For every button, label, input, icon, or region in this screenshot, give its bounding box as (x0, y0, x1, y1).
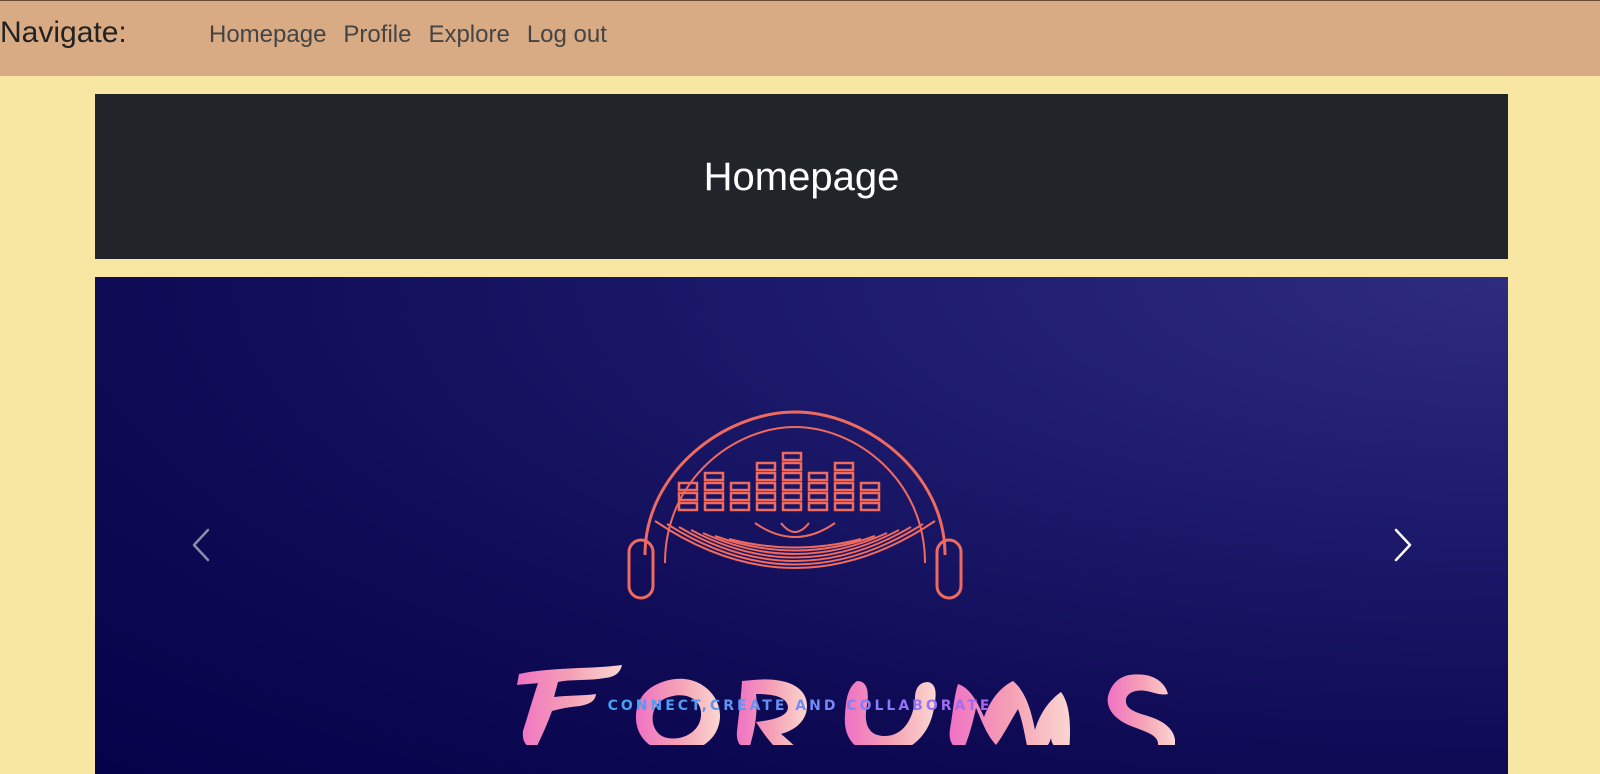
nav-link-log-out[interactable]: Log out (527, 19, 607, 51)
carousel-tagline: CONNECT,CREATE AND COLLABORATE (500, 698, 1100, 714)
nav-link-homepage[interactable]: Homepage (209, 19, 326, 51)
page-title: Homepage (703, 154, 900, 199)
nav-link-explore[interactable]: Explore (428, 19, 509, 51)
forums-logo (517, 410, 1175, 745)
chevron-right-icon (1394, 528, 1412, 562)
carousel-next-button[interactable] (1385, 527, 1421, 563)
chevron-left-icon (192, 528, 210, 562)
main-navigation: Homepage Profile Explore Log out (209, 19, 607, 51)
top-navigation-bar: Navigate: Homepage Profile Explore Log o… (0, 0, 1600, 76)
page-header-card: Homepage (95, 94, 1508, 259)
image-carousel: CONNECT,CREATE AND COLLABORATE (95, 277, 1508, 774)
carousel-previous-button[interactable] (183, 527, 219, 563)
navigate-label: Navigate: (0, 16, 127, 49)
nav-link-profile[interactable]: Profile (343, 19, 411, 51)
